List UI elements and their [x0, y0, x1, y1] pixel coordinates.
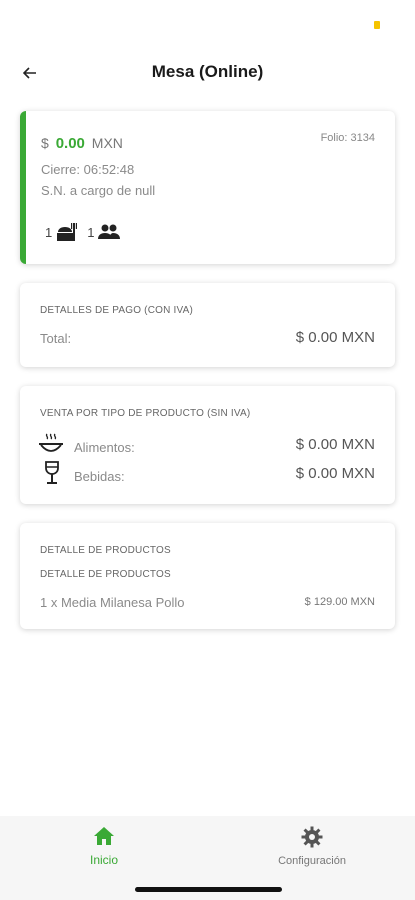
- people-count: 1: [87, 224, 95, 240]
- amount-value: 0.00: [55, 135, 85, 152]
- total-amount: $ 0.00 MXN: [41, 135, 123, 152]
- page-title: Mesa (Online): [151, 62, 264, 81]
- summary-card: $ 0.00 MXN Folio: 3134 Cierre: 06:52:48 …: [20, 111, 395, 264]
- product-details-card: DETALLE DE PRODUCTOS DETALLE DE PRODUCTO…: [20, 523, 395, 629]
- sales-title: VENTA POR TIPO DE PRODUCTO (SIN IVA): [40, 408, 251, 419]
- currency-symbol: $: [41, 135, 49, 151]
- table-people-row: 1 1: [45, 221, 121, 243]
- tables-count: 1: [45, 224, 53, 240]
- product-item-value: $ 129.00 MXN: [304, 596, 375, 608]
- nav-settings[interactable]: Configuración: [242, 826, 382, 867]
- products-title: DETALLE DE PRODUCTOS: [40, 545, 171, 556]
- products-subtitle: DETALLE DE PRODUCTOS: [40, 569, 171, 580]
- food-label: Alimentos:: [74, 440, 135, 455]
- product-item-label: 1 x Media Milanesa Pollo: [40, 595, 185, 610]
- service-note: S.N. a cargo de null: [41, 183, 156, 198]
- total-value: $ 0.00 MXN: [295, 329, 375, 346]
- nav-settings-label: Configuración: [278, 855, 346, 867]
- people-icon: [98, 224, 121, 239]
- payment-title: DETALLES DE PAGO (CON IVA): [40, 305, 194, 316]
- drink-value: $ 0.00 MXN: [295, 465, 375, 482]
- close-time: Cierre: 06:52:48: [41, 162, 135, 177]
- payment-details-card: DETALLES DE PAGO (CON IVA) Total: $ 0.00…: [20, 283, 395, 367]
- table-service-icon: [57, 223, 78, 241]
- nav-home-label: Inicio: [89, 853, 118, 867]
- food-value: $ 0.00 MXN: [295, 436, 375, 453]
- total-label: Total:: [40, 331, 72, 346]
- drink-label: Bebidas:: [74, 469, 125, 484]
- currency-code: MXN: [91, 135, 123, 151]
- gear-icon: [301, 826, 323, 848]
- sales-by-type-card: VENTA POR TIPO DE PRODUCTO (SIN IVA) Ali…: [20, 386, 395, 504]
- header: Mesa (Online): [0, 50, 415, 96]
- status-indicator: [374, 21, 380, 29]
- folio-label: Folio: 3134: [320, 132, 375, 144]
- drink-icon: [45, 461, 59, 484]
- home-icon: [94, 827, 114, 845]
- home-indicator: [135, 887, 282, 892]
- food-icon: [39, 433, 63, 452]
- nav-home[interactable]: Inicio: [34, 826, 174, 867]
